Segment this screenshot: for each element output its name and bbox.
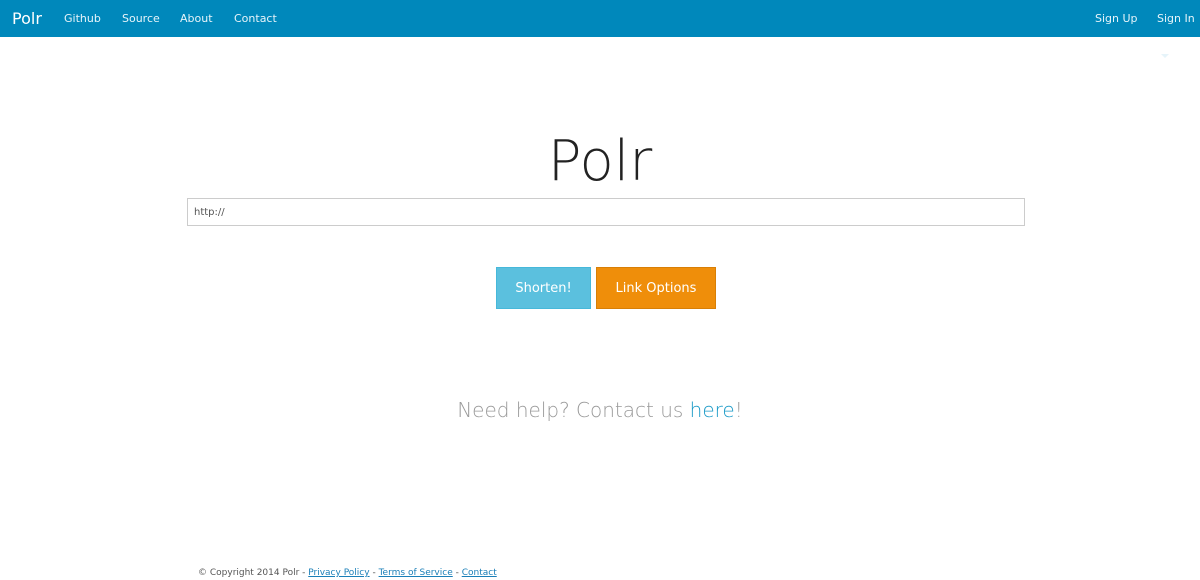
- help-here-link[interactable]: here: [690, 398, 735, 422]
- caret-down-icon: [1161, 54, 1169, 58]
- page-title: Polr: [547, 129, 653, 194]
- top-navbar: Polr Github Source About Contact Sign Up…: [0, 0, 1200, 58]
- shorten-button[interactable]: Shorten!: [496, 267, 591, 309]
- footer-separator: -: [452, 568, 462, 578]
- footer-separator: -: [369, 568, 379, 578]
- brand-link[interactable]: Polr: [12, 0, 42, 37]
- help-suffix: !: [734, 398, 743, 422]
- footer: © Copyright 2014 Polr - Privacy Policy -…: [198, 566, 497, 580]
- url-input[interactable]: [187, 198, 1025, 226]
- nav-link-contact[interactable]: Contact: [234, 0, 277, 37]
- help-prefix: Need help? Contact us: [457, 398, 690, 422]
- privacy-policy-link[interactable]: Privacy Policy: [308, 568, 369, 578]
- nav-link-about[interactable]: About: [180, 0, 213, 37]
- terms-of-service-link[interactable]: Terms of Service: [379, 568, 453, 578]
- nav-link-source[interactable]: Source: [122, 0, 160, 37]
- nav-link-github[interactable]: Github: [64, 0, 101, 37]
- link-options-button[interactable]: Link Options: [596, 267, 716, 309]
- sign-in-dropdown[interactable]: Sign In: [1157, 0, 1200, 58]
- footer-contact-link[interactable]: Contact: [462, 568, 497, 578]
- footer-copyright: © Copyright 2014 Polr -: [198, 568, 309, 578]
- sign-up-link[interactable]: Sign Up: [1095, 0, 1138, 37]
- help-text: Need help? Contact us here!: [0, 396, 1200, 424]
- sign-in-label: Sign In: [1157, 12, 1195, 25]
